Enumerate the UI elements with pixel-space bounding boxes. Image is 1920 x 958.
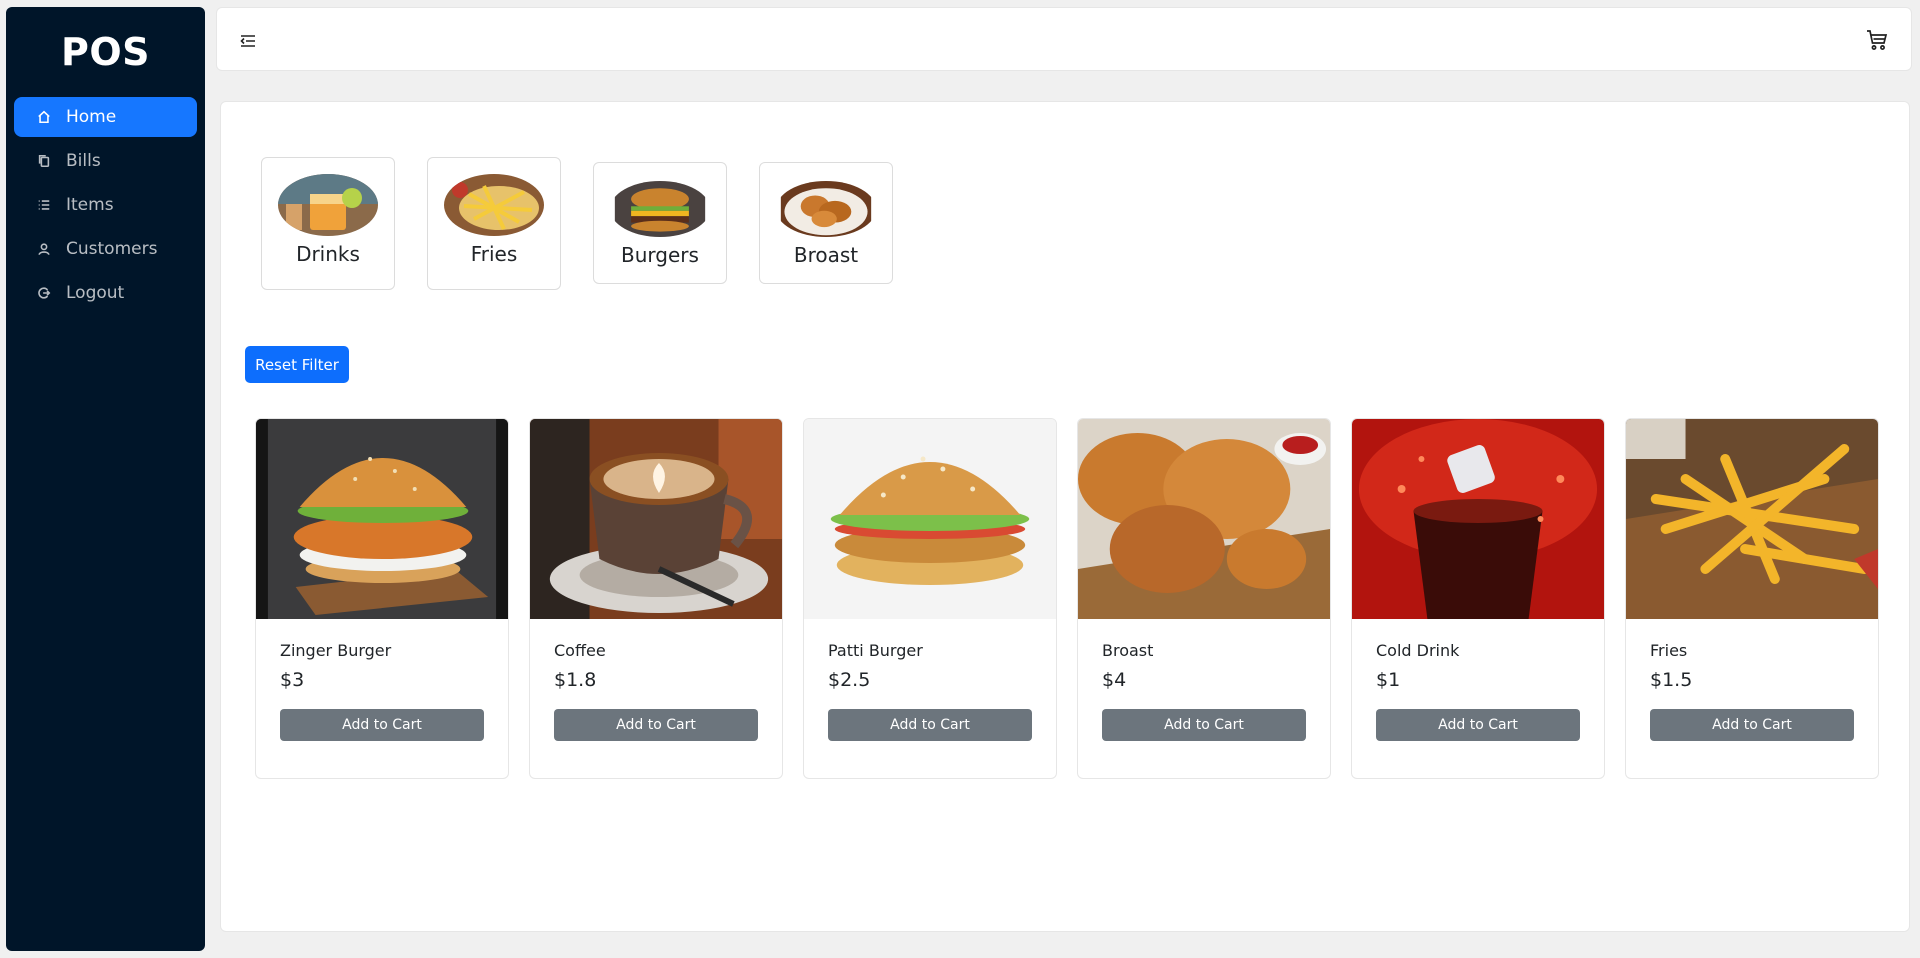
app-logo: POS: [60, 30, 151, 74]
zinger-burger-image: [256, 419, 508, 619]
sidebar-item-label: Home: [66, 107, 117, 127]
user-icon: [36, 241, 52, 257]
shopping-cart-icon[interactable]: [1865, 28, 1889, 52]
sidebar-menu: Home Bills Items Customers Logout: [6, 97, 205, 313]
category-label: Broast: [793, 243, 859, 267]
home-icon: [36, 109, 52, 125]
product-card: Patti Burger $2.5 Add to Cart: [803, 418, 1057, 779]
add-to-cart-button[interactable]: Add to Cart: [828, 709, 1032, 741]
reset-filter-button[interactable]: Reset Filter: [245, 346, 349, 383]
product-price: $4: [1102, 669, 1127, 691]
product-card: Broast $4 Add to Cart: [1077, 418, 1331, 779]
list-icon: [36, 197, 52, 213]
product-price: $3: [280, 669, 305, 691]
sidebar-item-bills[interactable]: Bills: [14, 141, 197, 181]
category-card-burgers[interactable]: Burgers: [593, 162, 727, 284]
add-to-cart-button[interactable]: Add to Cart: [1102, 709, 1306, 741]
product-name: Broast: [1102, 641, 1154, 660]
product-name: Fries: [1650, 641, 1688, 660]
category-label: Fries: [470, 242, 518, 266]
add-to-cart-button[interactable]: Add to Cart: [280, 709, 484, 741]
category-card-broast[interactable]: Broast: [759, 162, 893, 284]
drinks-image: [278, 174, 378, 236]
product-name: Zinger Burger: [280, 641, 392, 660]
menu-fold-icon[interactable]: [239, 32, 257, 50]
product-price: $1.5: [1650, 669, 1693, 691]
fries-image: [1626, 419, 1878, 619]
product-card: Zinger Burger $3 Add to Cart: [255, 418, 509, 779]
sidebar: POS Home Bills Items Customers Logout: [6, 7, 205, 951]
broast-image: [780, 181, 872, 237]
sidebar-item-label: Logout: [66, 283, 125, 303]
product-name: Patti Burger: [828, 641, 923, 660]
cold-drink-image: [1352, 419, 1604, 619]
add-to-cart-button[interactable]: Add to Cart: [1650, 709, 1854, 741]
coffee-image: [530, 419, 782, 619]
product-card: Coffee $1.8 Add to Cart: [529, 418, 783, 779]
product-card: Cold Drink $1 Add to Cart: [1351, 418, 1605, 779]
sidebar-item-customers[interactable]: Customers: [14, 229, 197, 269]
category-label: Burgers: [621, 243, 699, 267]
sidebar-item-home[interactable]: Home: [14, 97, 197, 137]
category-card-fries[interactable]: Fries: [427, 157, 561, 290]
fries-image: [444, 174, 544, 236]
sidebar-item-label: Items: [66, 195, 114, 215]
logout-icon: [36, 285, 52, 301]
sidebar-item-logout[interactable]: Logout: [14, 273, 197, 313]
sidebar-item-items[interactable]: Items: [14, 185, 197, 225]
add-to-cart-button[interactable]: Add to Cart: [1376, 709, 1580, 741]
product-price: $1: [1376, 669, 1401, 691]
sidebar-item-label: Customers: [66, 239, 158, 259]
main-content: Drinks Fries Burgers Broast Reset Filter…: [220, 101, 1910, 932]
product-card: Fries $1.5 Add to Cart: [1625, 418, 1879, 779]
category-label: Drinks: [296, 242, 360, 266]
add-to-cart-button[interactable]: Add to Cart: [554, 709, 758, 741]
sidebar-item-label: Bills: [66, 151, 101, 171]
product-name: Cold Drink: [1376, 641, 1460, 660]
broast-image: [1078, 419, 1330, 619]
copy-icon: [36, 153, 52, 169]
product-price: $2.5: [828, 669, 871, 691]
category-card-drinks[interactable]: Drinks: [261, 157, 395, 290]
patti-burger-image: [804, 419, 1056, 619]
top-header: [216, 7, 1912, 71]
product-name: Coffee: [554, 641, 606, 660]
product-price: $1.8: [554, 669, 597, 691]
burgers-image: [614, 181, 706, 237]
